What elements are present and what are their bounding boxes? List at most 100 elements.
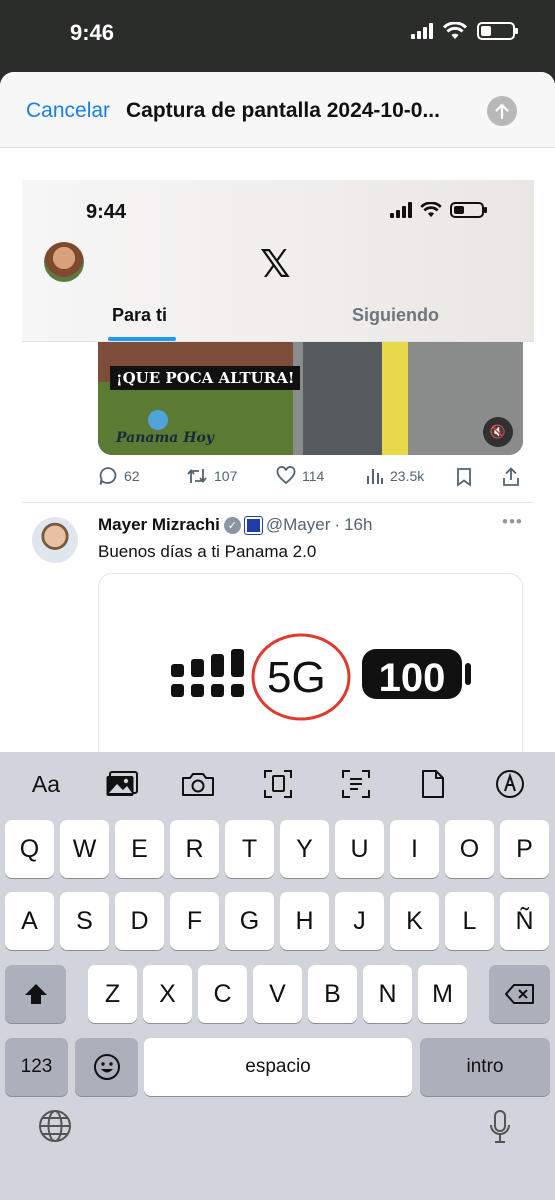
views-action: 23.5k bbox=[366, 466, 424, 486]
arrow-up-icon bbox=[495, 103, 509, 119]
format-button[interactable]: Aa bbox=[28, 768, 64, 800]
status-bar: 9:46 bbox=[0, 0, 555, 72]
key-u[interactable]: U bbox=[335, 820, 384, 878]
key-b[interactable]: B bbox=[308, 965, 357, 1023]
bookmark-icon bbox=[457, 468, 471, 487]
photo-icon bbox=[106, 771, 138, 796]
views-icon bbox=[367, 469, 383, 484]
key-y[interactable]: Y bbox=[280, 820, 329, 878]
key-t[interactable]: T bbox=[225, 820, 274, 878]
author-handle: @Mayer bbox=[265, 515, 331, 534]
scan-text-icon bbox=[342, 770, 370, 798]
sheet-header: Cancelar Captura de pantalla 2024-10-0..… bbox=[0, 72, 555, 148]
backspace-icon bbox=[504, 984, 534, 1004]
key-g[interactable]: G bbox=[225, 892, 274, 950]
image-5g-text: 5G bbox=[267, 653, 326, 702]
key-r[interactable]: R bbox=[170, 820, 219, 878]
repost-icon bbox=[187, 469, 207, 483]
divider bbox=[22, 502, 534, 503]
scan-text-button[interactable] bbox=[338, 768, 374, 800]
wifi-icon bbox=[443, 22, 467, 39]
wifi-icon bbox=[420, 202, 442, 218]
key-j[interactable]: J bbox=[335, 892, 384, 950]
key-d[interactable]: D bbox=[115, 892, 164, 950]
scan-document-button[interactable] bbox=[260, 768, 296, 800]
share-icon bbox=[503, 467, 519, 486]
like-action: 114 bbox=[276, 466, 324, 486]
key-i[interactable]: I bbox=[390, 820, 439, 878]
globe-logo-icon bbox=[148, 410, 168, 430]
embedded-status-time: 9:44 bbox=[86, 201, 127, 223]
key-z[interactable]: Z bbox=[88, 965, 137, 1023]
sheet-title: Captura de pantalla 2024-10-0... bbox=[126, 99, 440, 122]
key-e[interactable]: E bbox=[115, 820, 164, 878]
cancel-button[interactable]: Cancelar bbox=[26, 99, 110, 123]
views-count: 23.5k bbox=[390, 468, 425, 484]
key-l[interactable]: L bbox=[445, 892, 494, 950]
key-c[interactable]: C bbox=[198, 965, 247, 1023]
key-w[interactable]: W bbox=[60, 820, 109, 878]
key-v[interactable]: V bbox=[253, 965, 302, 1023]
key-enye[interactable]: Ñ bbox=[500, 892, 549, 950]
verified-badge-icon: ✓ bbox=[223, 516, 241, 534]
shift-icon bbox=[24, 984, 47, 1004]
keyboard: Aa Q W E R T Y U I O P A S D F G H J K L… bbox=[0, 752, 555, 1200]
video-thumbnail: ¡QUE POCA ALTURA! Panama Hoy 🔇 bbox=[98, 342, 523, 455]
x-logo-icon: 𝕏 bbox=[260, 242, 291, 286]
image-battery-text: 100 bbox=[379, 656, 446, 700]
battery-icon bbox=[477, 22, 518, 40]
cellular-signal-icon bbox=[390, 202, 412, 218]
tweet-actions: 62 107 114 23.5k bbox=[98, 466, 528, 490]
author-avatar bbox=[32, 517, 78, 563]
file-button[interactable] bbox=[415, 768, 451, 800]
globe-button[interactable] bbox=[38, 1109, 72, 1148]
status-time: 9:46 bbox=[70, 20, 115, 45]
key-f[interactable]: F bbox=[170, 892, 219, 950]
dictation-button[interactable] bbox=[488, 1109, 512, 1150]
scan-document-icon bbox=[264, 770, 292, 798]
file-icon bbox=[422, 770, 444, 798]
space-key[interactable]: espacio bbox=[144, 1038, 412, 1096]
return-key[interactable]: intro bbox=[420, 1038, 550, 1096]
repost-action: 107 bbox=[186, 466, 237, 486]
key-s[interactable]: S bbox=[60, 892, 109, 950]
more-options-icon: ••• bbox=[502, 512, 523, 531]
photo-library-button[interactable] bbox=[104, 768, 140, 800]
reply-icon bbox=[99, 467, 117, 485]
key-x[interactable]: X bbox=[143, 965, 192, 1023]
tab-active-indicator bbox=[108, 337, 176, 341]
key-m[interactable]: M bbox=[418, 965, 467, 1023]
key-p[interactable]: P bbox=[500, 820, 549, 878]
emoji-key[interactable] bbox=[75, 1038, 138, 1096]
video-banner: ¡QUE POCA ALTURA! bbox=[110, 366, 301, 390]
tweet-author-line: Mayer Mizrachi ✓ @Mayer · 16h bbox=[98, 515, 372, 535]
key-n[interactable]: N bbox=[363, 965, 412, 1023]
key-k[interactable]: K bbox=[390, 892, 439, 950]
camera-button[interactable] bbox=[180, 768, 216, 800]
globe-icon bbox=[39, 1110, 71, 1142]
key-a[interactable]: A bbox=[5, 892, 54, 950]
delete-key[interactable] bbox=[489, 965, 550, 1023]
reply-action: 62 bbox=[98, 466, 140, 486]
tweet-text: Buenos días a ti Panama 2.0 bbox=[98, 542, 317, 561]
battery-icon bbox=[450, 202, 487, 218]
reply-count: 62 bbox=[124, 468, 140, 484]
key-o[interactable]: O bbox=[445, 820, 494, 878]
embedded-status-icons bbox=[390, 202, 487, 218]
status-icons bbox=[411, 22, 518, 40]
tweet-image: 5G 100 bbox=[98, 573, 523, 780]
numbers-key[interactable]: 123 bbox=[5, 1038, 68, 1096]
embedded-x-header: 9:44 𝕏 Para ti Siguiendo bbox=[22, 180, 534, 342]
cellular-signal-icon bbox=[411, 23, 433, 39]
video-watermark: Panama Hoy bbox=[116, 430, 214, 446]
camera-icon bbox=[182, 773, 214, 796]
author-name: Mayer Mizrachi bbox=[98, 515, 220, 534]
key-q[interactable]: Q bbox=[5, 820, 54, 878]
markup-button[interactable] bbox=[492, 768, 528, 800]
key-h[interactable]: H bbox=[280, 892, 329, 950]
status-bar-image: 5G 100 bbox=[171, 633, 471, 721]
like-count: 114 bbox=[302, 468, 325, 484]
send-button[interactable] bbox=[487, 96, 517, 126]
share-sheet: Cancelar Captura de pantalla 2024-10-0..… bbox=[0, 72, 555, 1200]
shift-key[interactable] bbox=[5, 965, 66, 1023]
